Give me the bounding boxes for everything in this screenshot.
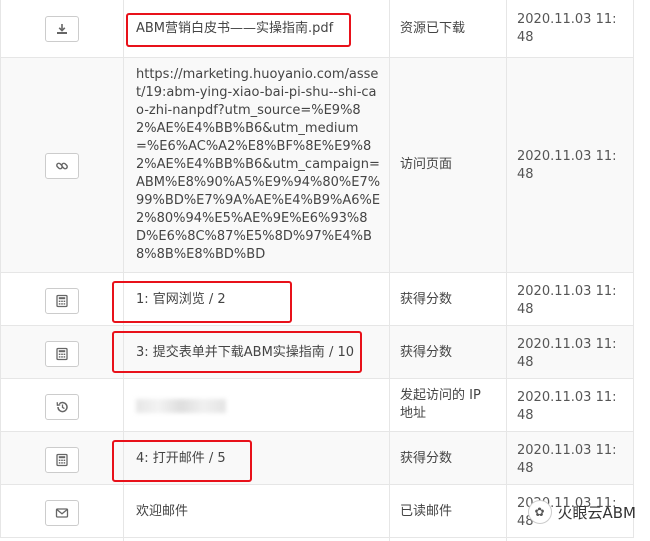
activity-url[interactable]: https://marketing.huoyanio.com/asset/19:… bbox=[136, 67, 380, 262]
icon-cell bbox=[1, 0, 124, 57]
type-cell: 访问页面 bbox=[390, 58, 507, 274]
type-cell: 获得分数 bbox=[390, 326, 507, 382]
download-icon bbox=[55, 22, 69, 36]
description-cell: https://marketing.huoyanio.com/asset/19:… bbox=[124, 58, 390, 274]
description-cell: 4: 打开邮件 / 5 bbox=[124, 432, 390, 488]
activity-table: ABM营销白皮书——实操指南.pdf 资源已下载 2020.11.03 11:4… bbox=[0, 0, 634, 538]
icon-cell bbox=[1, 58, 124, 274]
table-row: https://marketing.huoyanio.com/asset/19:… bbox=[1, 58, 633, 273]
table-row: ABM营销白皮书——实操指南.pdf 资源已下载 2020.11.03 11:4… bbox=[1, 0, 633, 58]
activity-type: 获得分数 bbox=[400, 451, 452, 466]
type-cell: 发起访问的 IP 地址 bbox=[390, 379, 507, 435]
table-row: 发起访问的 IP 地址 2020.11.03 11:48 bbox=[1, 379, 633, 432]
score-rule: 3: 提交表单并下载ABM实操指南 / 10 bbox=[136, 345, 354, 360]
score-rule: 4: 打开邮件 / 5 bbox=[136, 451, 226, 466]
email-button[interactable] bbox=[45, 500, 79, 526]
activity-type: 发起访问的 IP 地址 bbox=[400, 388, 481, 421]
activity-type: 获得分数 bbox=[400, 292, 452, 307]
activity-time: 2020.11.03 11:48 bbox=[517, 12, 617, 45]
icon-cell bbox=[1, 379, 124, 435]
description-cell: 1: 官网浏览 / 2 bbox=[124, 273, 390, 329]
description-cell: ABM营销白皮书——实操指南.pdf bbox=[124, 0, 390, 57]
activity-type: 获得分数 bbox=[400, 345, 452, 360]
watermark-text: 火眼云ABM bbox=[558, 502, 637, 523]
calculator-icon bbox=[55, 347, 69, 361]
score-button[interactable] bbox=[45, 447, 79, 473]
time-cell: 2020.11.03 11:48 bbox=[507, 58, 631, 274]
download-button[interactable] bbox=[45, 16, 79, 42]
link-icon bbox=[55, 159, 69, 173]
activity-time: 2020.11.03 11:48 bbox=[517, 443, 617, 476]
activity-type: 资源已下载 bbox=[400, 21, 465, 36]
activity-time: 2020.11.03 11:48 bbox=[517, 284, 617, 317]
description-cell: 3: 提交表单并下载ABM实操指南 / 10 bbox=[124, 326, 390, 382]
watermark: ✿ 火眼云ABM bbox=[528, 500, 637, 524]
history-icon bbox=[55, 400, 69, 414]
table-row: 1: 官网浏览 / 2 获得分数 2020.11.03 11:48 bbox=[1, 273, 633, 326]
envelope-icon bbox=[55, 506, 69, 520]
wechat-icon: ✿ bbox=[528, 500, 552, 524]
description-cell bbox=[124, 379, 390, 435]
type-cell: 获得分数 bbox=[390, 273, 507, 329]
description-cell: 欢迎邮件 bbox=[124, 485, 390, 541]
type-cell: 获得分数 bbox=[390, 432, 507, 488]
calculator-icon bbox=[55, 453, 69, 467]
blurred-ip-address bbox=[136, 399, 226, 413]
time-cell: 2020.11.03 11:48 bbox=[507, 273, 631, 329]
time-cell: 2020.11.03 11:48 bbox=[507, 379, 631, 435]
score-rule: 1: 官网浏览 / 2 bbox=[136, 292, 226, 307]
table-row: 3: 提交表单并下载ABM实操指南 / 10 获得分数 2020.11.03 1… bbox=[1, 326, 633, 379]
link-button[interactable] bbox=[45, 153, 79, 179]
type-cell: 已读邮件 bbox=[390, 485, 507, 541]
email-name[interactable]: 欢迎邮件 bbox=[136, 504, 188, 519]
activity-type: 访问页面 bbox=[400, 157, 452, 172]
history-button[interactable] bbox=[45, 394, 79, 420]
time-cell: 2020.11.03 11:48 bbox=[507, 0, 631, 57]
icon-cell bbox=[1, 273, 124, 329]
calculator-icon bbox=[55, 294, 69, 308]
activity-time: 2020.11.03 11:48 bbox=[517, 337, 617, 370]
icon-cell bbox=[1, 432, 124, 488]
activity-description[interactable]: ABM营销白皮书——实操指南.pdf bbox=[136, 21, 333, 36]
type-cell: 资源已下载 bbox=[390, 0, 507, 57]
score-button[interactable] bbox=[45, 288, 79, 314]
time-cell: 2020.11.03 11:48 bbox=[507, 326, 631, 382]
activity-time: 2020.11.03 11:48 bbox=[517, 149, 617, 182]
activity-type: 已读邮件 bbox=[400, 504, 452, 519]
icon-cell bbox=[1, 485, 124, 541]
time-cell: 2020.11.03 11:48 bbox=[507, 432, 631, 488]
score-button[interactable] bbox=[45, 341, 79, 367]
icon-cell bbox=[1, 326, 124, 382]
activity-time: 2020.11.03 11:48 bbox=[517, 390, 617, 423]
table-row: 4: 打开邮件 / 5 获得分数 2020.11.03 11:48 bbox=[1, 432, 633, 485]
